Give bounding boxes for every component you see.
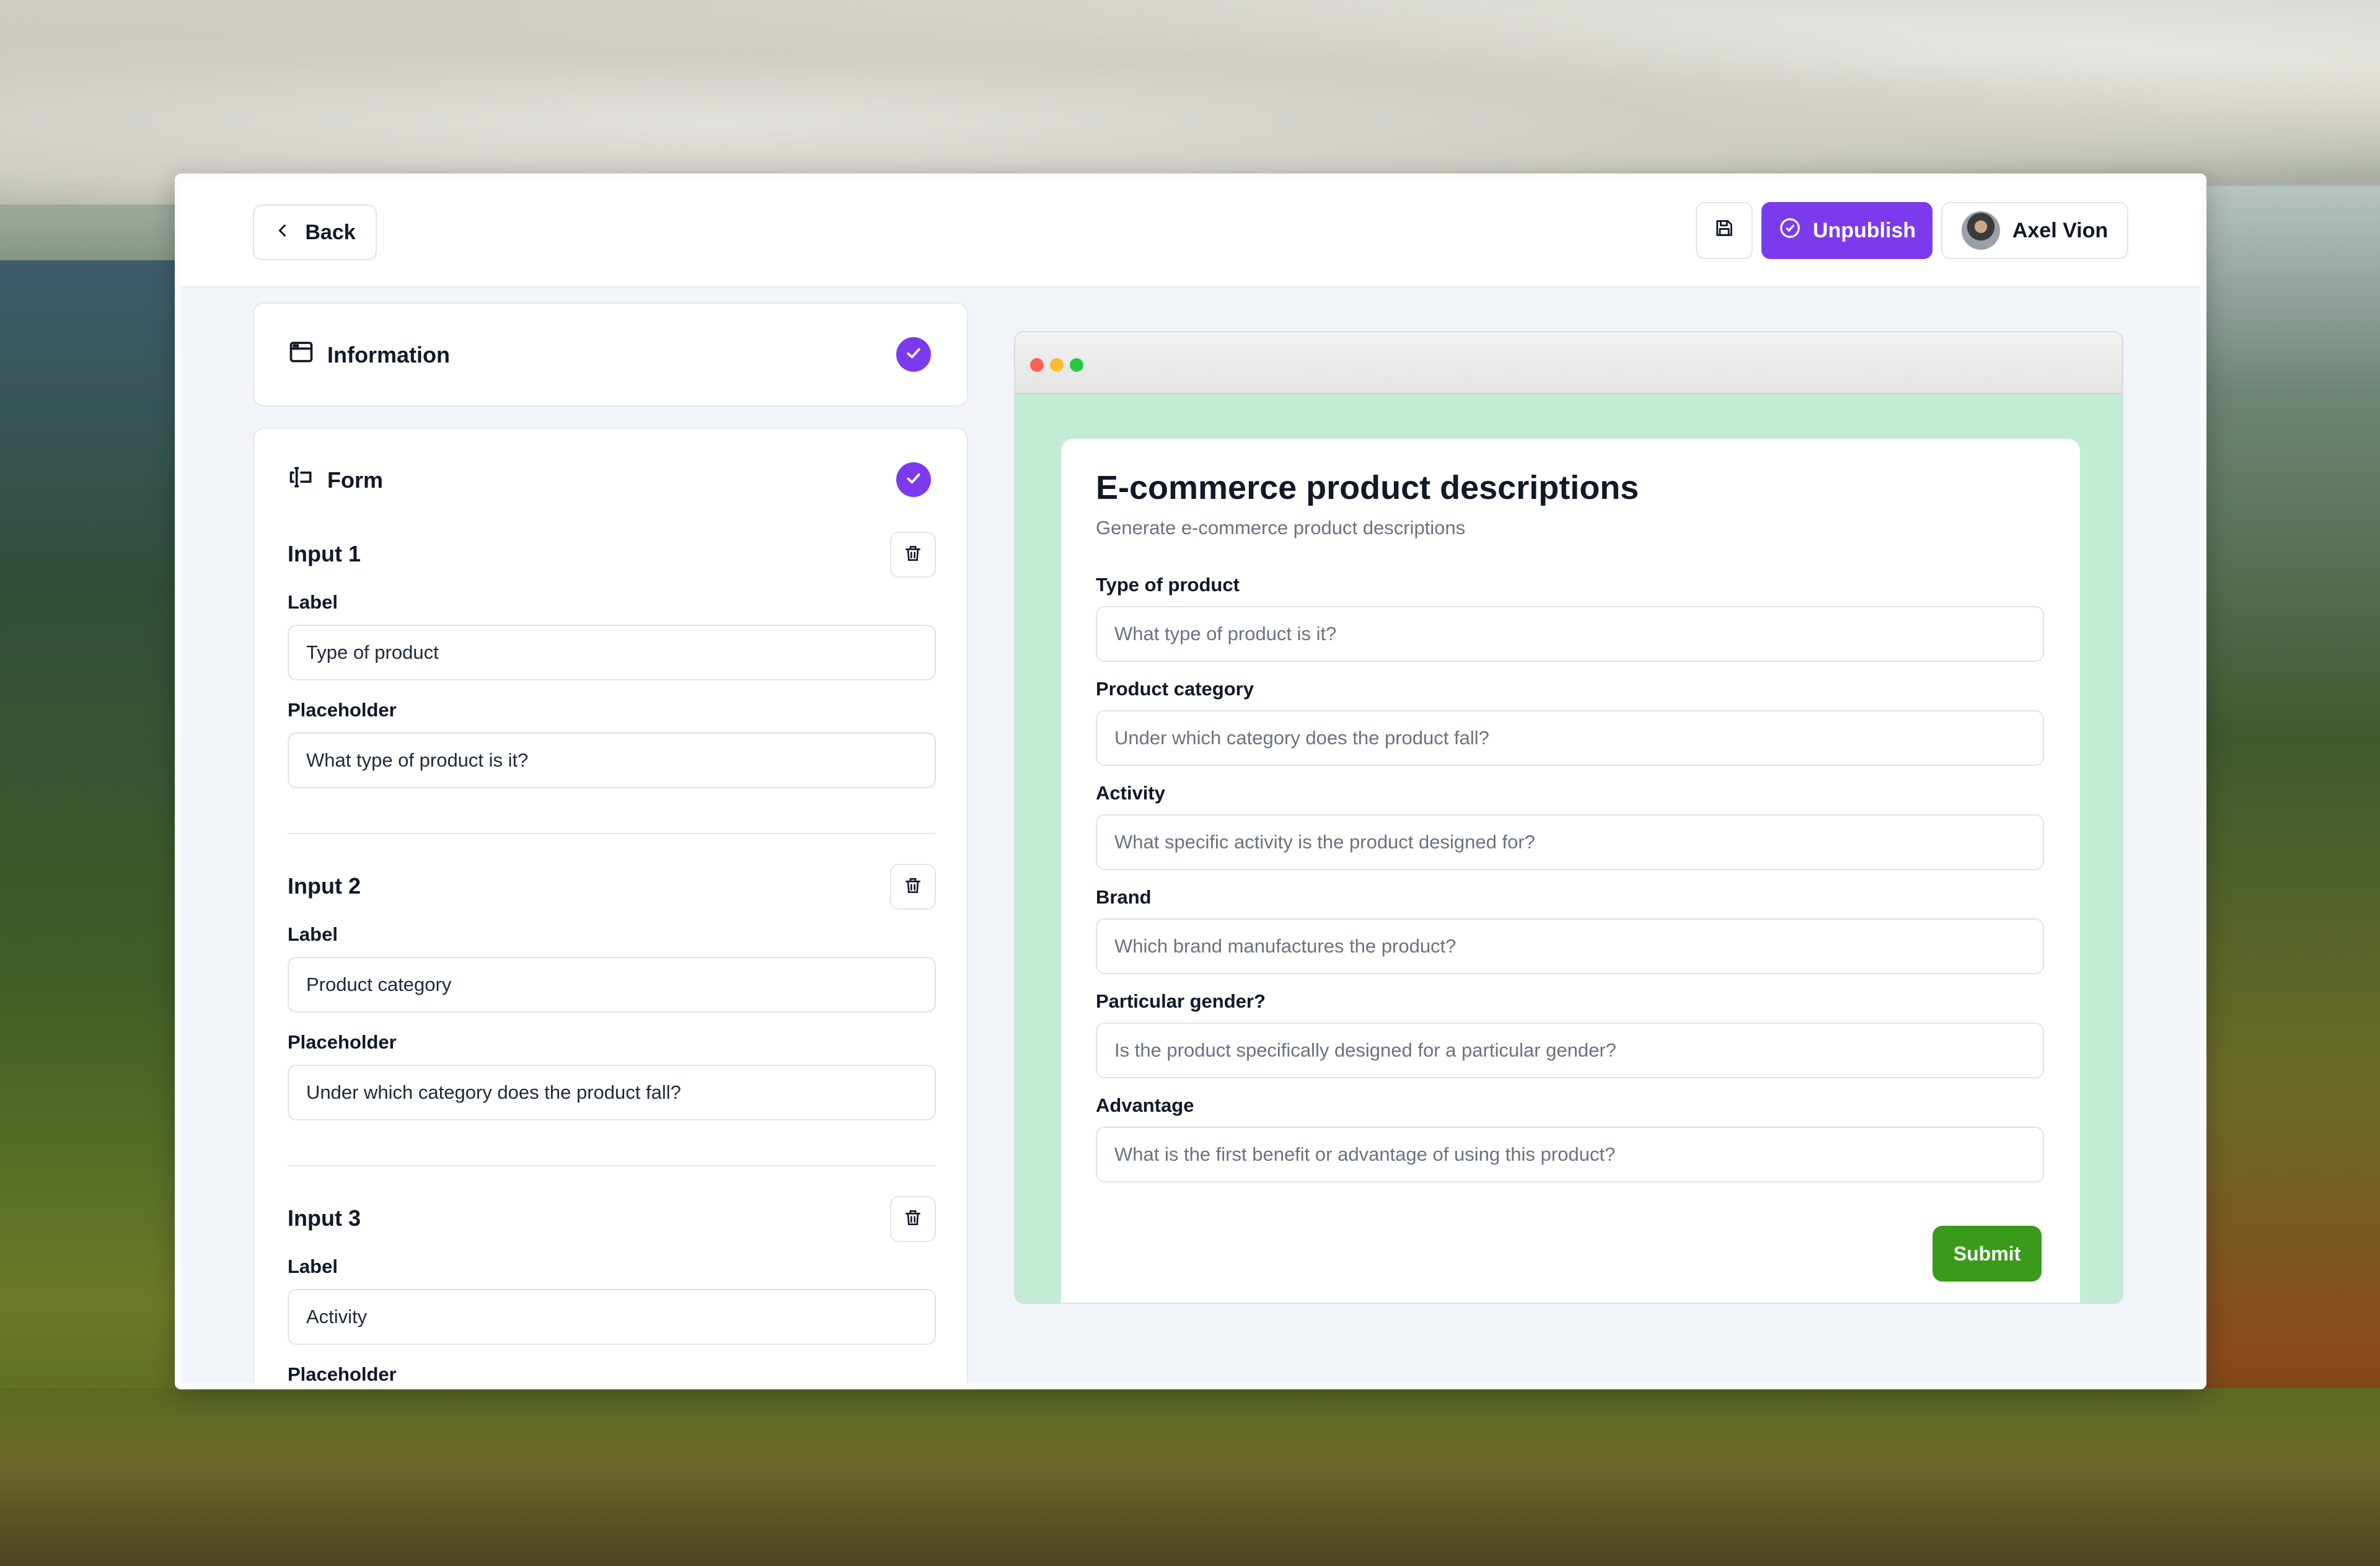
label-caption: Label — [288, 591, 338, 613]
input-title: Input 1 — [288, 541, 361, 566]
delete-input-button[interactable] — [890, 1196, 936, 1242]
form-preview: E-commerce product descriptions Generate… — [1014, 331, 2123, 1304]
delete-input-button[interactable] — [890, 532, 936, 578]
user-menu-button[interactable]: Axel Vion — [1941, 202, 2128, 259]
user-name: Axel Vion — [2012, 218, 2109, 242]
back-button[interactable]: Back — [253, 205, 377, 260]
preview-title: E-commerce product descriptions — [1096, 469, 1639, 506]
form-section: Form Input 1 Label Type of product Place… — [253, 428, 968, 1385]
input-editor-1: Input 1 Label Type of product Placeholde… — [288, 532, 936, 788]
input-title: Input 3 — [288, 1205, 361, 1231]
preview-field-label: Particular gender? — [1096, 990, 1266, 1012]
form-icon — [288, 464, 315, 496]
preview-field: Product category Under which category do… — [1096, 678, 2044, 766]
divider — [288, 1165, 936, 1166]
input-editor-2: Input 2 Label Product category Placehold… — [288, 864, 936, 1120]
background-hills-left — [0, 260, 186, 1566]
information-title: Information — [327, 341, 450, 367]
background-hills-right — [2194, 186, 2380, 1566]
information-section[interactable]: Information — [253, 302, 968, 407]
trash-icon — [903, 543, 923, 566]
input-editor-3: Input 3 Label Activity Placeholder — [288, 1196, 936, 1385]
placeholder-input[interactable]: What type of product is it? — [288, 732, 936, 788]
top-bar: Back Unpublish Axel Vion — [181, 180, 2200, 288]
window-icon — [288, 338, 315, 371]
preview-field: Advantage What is the first benefit or a… — [1096, 1094, 2044, 1182]
trash-icon — [903, 876, 923, 899]
information-complete-check — [896, 337, 931, 372]
preview-subtitle: Generate e-commerce product descriptions — [1096, 517, 1466, 539]
app-window: Back Unpublish Axel Vion Information For… — [175, 174, 2206, 1389]
check-icon — [904, 344, 923, 366]
preview-field-input[interactable]: What is the first benefit or advantage o… — [1096, 1127, 2044, 1182]
chevron-left-icon — [274, 221, 291, 245]
preview-field-input[interactable]: Is the product specifically designed for… — [1096, 1023, 2044, 1078]
maximize-dot — [1070, 358, 1083, 372]
preview-field: Type of product What type of product is … — [1096, 574, 2044, 662]
minimize-dot — [1050, 358, 1064, 372]
avatar — [1961, 211, 2000, 250]
form-title: Form — [327, 467, 383, 493]
preview-field-input[interactable]: What specific activity is the product de… — [1096, 814, 2044, 870]
preview-field-input[interactable]: Under which category does the product fa… — [1096, 710, 2044, 766]
delete-input-button[interactable] — [890, 864, 936, 910]
save-icon — [1714, 218, 1735, 244]
close-dot — [1030, 358, 1044, 372]
placeholder-input[interactable]: Under which category does the product fa… — [288, 1065, 936, 1120]
save-button[interactable] — [1696, 202, 1753, 259]
preview-field-label: Product category — [1096, 678, 1254, 700]
label-caption: Label — [288, 923, 338, 945]
form-complete-check — [896, 462, 931, 497]
preview-field: Brand Which brand manufactures the produ… — [1096, 886, 2044, 974]
preview-field-input[interactable]: What type of product is it? — [1096, 606, 2044, 662]
preview-field-label: Advantage — [1096, 1094, 1194, 1116]
label-input[interactable]: Activity — [288, 1289, 936, 1345]
check-icon — [904, 469, 923, 491]
form-header: Form — [288, 464, 383, 496]
label-input[interactable]: Product category — [288, 957, 936, 1013]
unpublish-button[interactable]: Unpublish — [1761, 202, 1933, 259]
check-circle-icon — [1778, 216, 1802, 245]
preview-field-label: Type of product — [1096, 574, 1240, 596]
label-caption: Label — [288, 1256, 338, 1277]
label-input[interactable]: Type of product — [288, 625, 936, 680]
preview-field: Activity What specific activity is the p… — [1096, 782, 2044, 870]
divider — [288, 833, 936, 834]
browser-title-bar — [1015, 332, 2122, 394]
back-label: Back — [305, 220, 356, 244]
information-header: Information — [288, 338, 450, 371]
input-title: Input 2 — [288, 873, 361, 899]
preview-field-label: Activity — [1096, 782, 1165, 804]
preview-field-input[interactable]: Which brand manufactures the product? — [1096, 918, 2044, 974]
unpublish-label: Unpublish — [1812, 218, 1916, 242]
preview-field-label: Brand — [1096, 886, 1152, 908]
placeholder-caption: Placeholder — [288, 1363, 397, 1385]
placeholder-caption: Placeholder — [288, 1031, 397, 1053]
placeholder-caption: Placeholder — [288, 699, 397, 721]
background-valley — [0, 1388, 2380, 1566]
preview-form-card: E-commerce product descriptions Generate… — [1061, 439, 2080, 1303]
submit-button[interactable]: Submit — [1933, 1226, 2042, 1282]
preview-field: Particular gender? Is the product specif… — [1096, 990, 2044, 1078]
trash-icon — [903, 1208, 923, 1231]
